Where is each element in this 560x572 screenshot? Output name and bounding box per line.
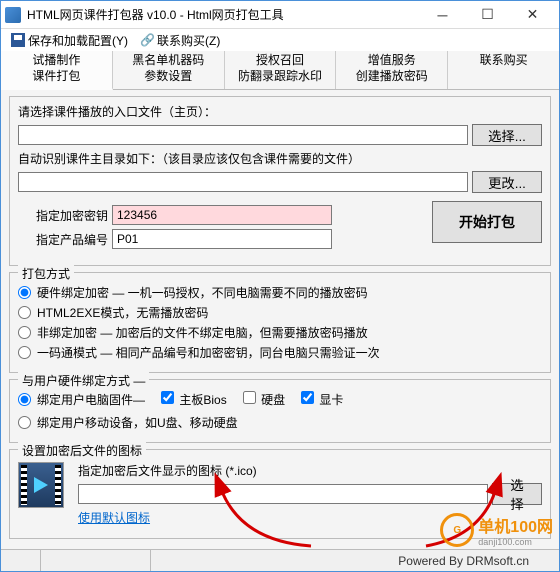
- use-default-icon-link[interactable]: 使用默认图标: [78, 511, 150, 525]
- maximize-button[interactable]: ☐: [465, 1, 510, 29]
- pack-mode-radio-0[interactable]: [18, 286, 31, 299]
- tab-1[interactable]: 黑名单机器码参数设置: [113, 51, 225, 89]
- hw-bind-radio-1[interactable]: [18, 416, 31, 429]
- check-bios[interactable]: 主板Bios: [161, 391, 227, 408]
- menu-contact-label: 联系购买(Z): [157, 32, 220, 49]
- product-id-input[interactable]: [112, 229, 332, 249]
- auto-dir-change-button[interactable]: 更改...: [472, 171, 542, 193]
- icon-path-input[interactable]: [78, 484, 488, 504]
- tab-4[interactable]: 联系购买: [448, 51, 559, 89]
- tab-0[interactable]: 试播制作课件打包: [1, 51, 113, 90]
- powered-by: Powered By DRMsoft.cn: [398, 554, 559, 568]
- hw-bind-radio-0[interactable]: [18, 393, 31, 406]
- menu-save-load[interactable]: 保存和加载配置(Y): [7, 32, 132, 49]
- status-bar: Powered By DRMsoft.cn: [1, 549, 559, 571]
- icon-path-label: 指定加密后文件显示的图标 (*.ico): [78, 462, 542, 479]
- icon-select-button[interactable]: 选择: [492, 483, 542, 505]
- pack-mode-radio-1[interactable]: [18, 306, 31, 319]
- pack-mode-radio-2[interactable]: [18, 326, 31, 339]
- auto-dir-label: 自动识别课件主目录如下：（该目录应该仅包含课件需要的文件）: [18, 150, 542, 167]
- start-pack-button[interactable]: 开始打包: [432, 201, 542, 243]
- watermark-url: danji100.com: [478, 537, 553, 547]
- pack-mode-radio-3[interactable]: [18, 346, 31, 359]
- auto-dir-input[interactable]: [18, 172, 468, 192]
- pack-mode-group: 打包方式 硬件绑定加密 — 一机一码授权，不同电脑需要不同的播放密码 HTML2…: [9, 272, 551, 373]
- key-label: 指定加密密钥: [18, 207, 108, 224]
- tab-3[interactable]: 增值服务创建播放密码: [336, 51, 448, 89]
- hw-bind-label-0: 绑定用户电脑固件—: [37, 391, 145, 408]
- tab-2[interactable]: 授权召回防翻录跟踪水印: [225, 51, 337, 89]
- minimize-button[interactable]: ─: [420, 1, 465, 29]
- hw-bind-label-1: 绑定用户移动设备，如U盘、移动硬盘: [37, 414, 238, 431]
- check-hdd[interactable]: 硬盘: [243, 391, 285, 408]
- watermark-brand: 单机100网: [478, 513, 553, 537]
- hw-bind-legend: 与用户硬件绑定方式 —: [18, 372, 149, 389]
- product-label: 指定产品编号: [18, 231, 108, 248]
- pack-mode-legend: 打包方式: [18, 265, 74, 282]
- encryption-key-input[interactable]: [112, 205, 332, 225]
- pack-mode-label-1: HTML2EXE模式，无需播放密码: [37, 304, 208, 321]
- pack-mode-label-0: 硬件绑定加密 — 一机一码授权，不同电脑需要不同的播放密码: [37, 284, 368, 301]
- tab-bar: 试播制作课件打包 黑名单机器码参数设置 授权召回防翻录跟踪水印 增值服务创建播放…: [1, 51, 559, 90]
- check-gpu-box[interactable]: [301, 391, 314, 404]
- content-area: 请选择课件播放的入口文件（主页）： 选择... 自动识别课件主目录如下：（该目录…: [1, 90, 559, 552]
- check-hdd-box[interactable]: [243, 391, 256, 404]
- check-gpu[interactable]: 显卡: [301, 391, 343, 408]
- entry-group: 请选择课件播放的入口文件（主页）： 选择... 自动识别课件主目录如下：（该目录…: [9, 96, 551, 266]
- titlebar: HTML网页课件打包器 v10.0 - Html网页打包工具 ─ ☐ ✕: [1, 1, 559, 29]
- watermark-logo: G: [440, 513, 474, 547]
- app-icon: [5, 7, 21, 23]
- menubar: 保存和加载配置(Y) 联系购买(Z): [1, 29, 559, 51]
- entry-label: 请选择课件播放的入口文件（主页）：: [18, 103, 542, 120]
- entry-select-button[interactable]: 选择...: [472, 124, 542, 146]
- watermark: G 单机100网 danji100.com: [440, 513, 553, 547]
- menu-contact[interactable]: 联系购买(Z): [136, 32, 224, 49]
- play-icon: [34, 477, 48, 493]
- icon-preview: [18, 462, 64, 508]
- window-title: HTML网页课件打包器 v10.0 - Html网页打包工具: [27, 6, 420, 23]
- close-button[interactable]: ✕: [510, 1, 555, 29]
- pack-mode-label-3: 一码通模式 — 相同产品编号和加密密钥，同台电脑只需验证一次: [37, 344, 380, 361]
- save-icon: [11, 33, 25, 47]
- hw-bind-group: 与用户硬件绑定方式 — 绑定用户电脑固件— 主板Bios 硬盘 显卡 绑定用户移…: [9, 379, 551, 443]
- menu-save-load-label: 保存和加载配置(Y): [28, 32, 128, 49]
- pack-mode-label-2: 非绑定加密 — 加密后的文件不绑定电脑，但需要播放密码播放: [37, 324, 368, 341]
- icon-set-legend: 设置加密后文件的图标: [18, 442, 146, 459]
- check-bios-box[interactable]: [161, 391, 174, 404]
- link-icon: [140, 33, 154, 47]
- entry-file-input[interactable]: [18, 125, 468, 145]
